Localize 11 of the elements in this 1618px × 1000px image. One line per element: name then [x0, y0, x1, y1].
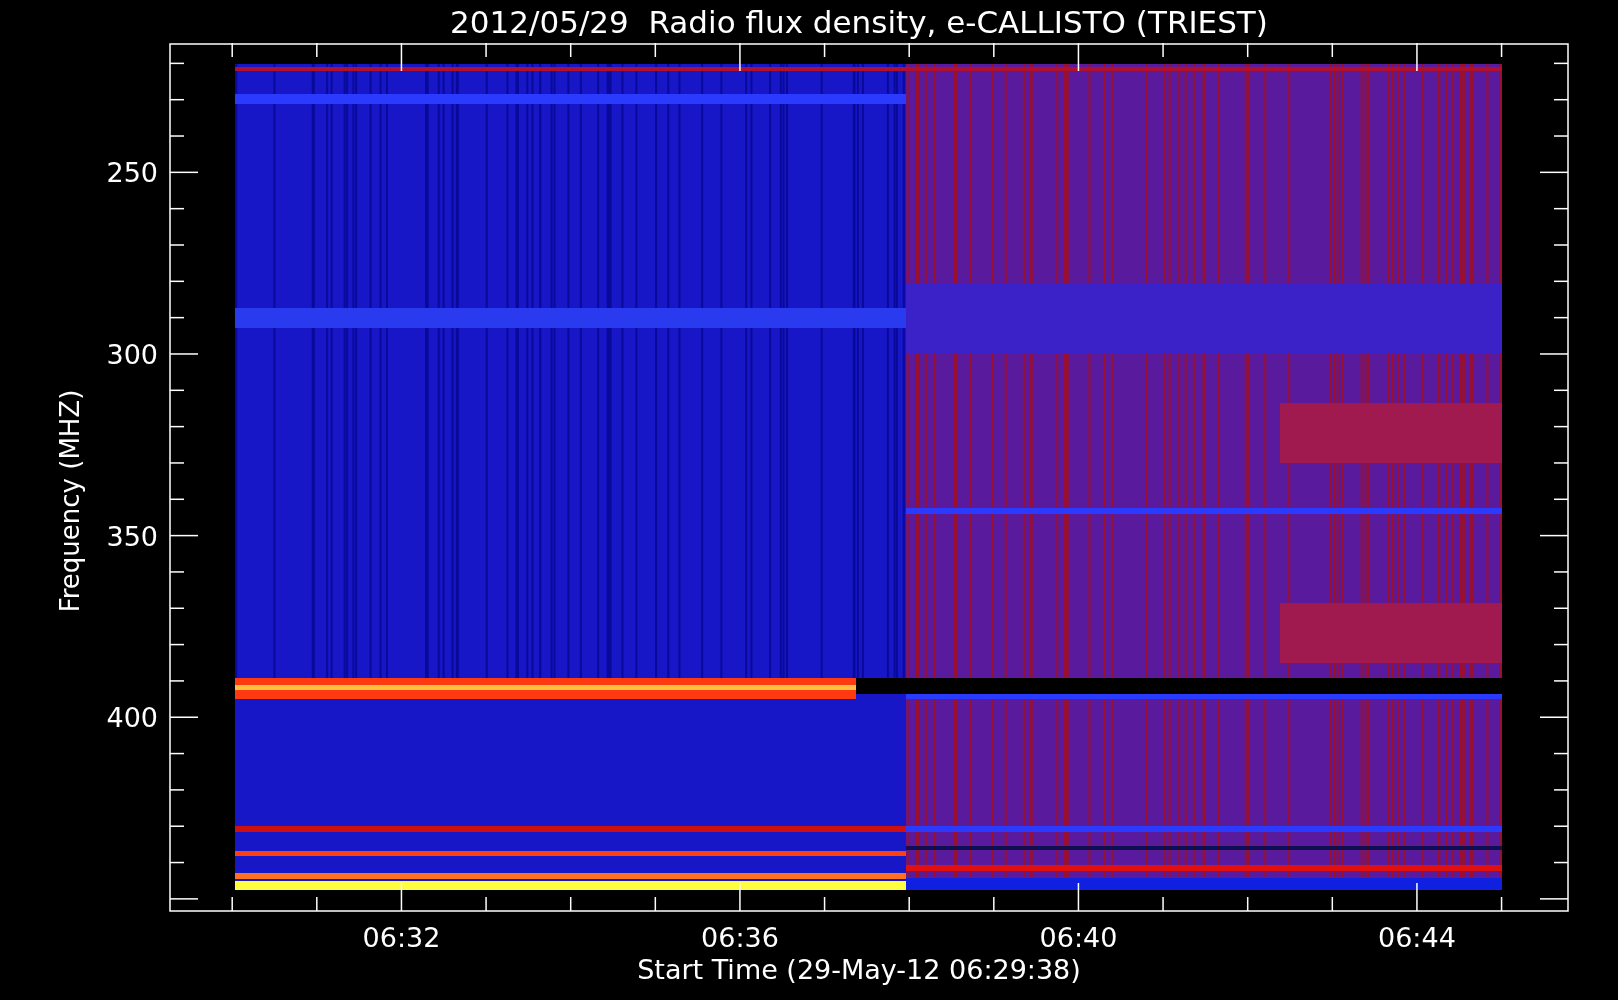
chart-title: 2012/05/29 Radio flux density, e-CALLISTO (TRIEST): [449, 2, 1269, 42]
x-tick-label: 06:40: [1039, 922, 1118, 953]
x-tick-label: 06:32: [362, 922, 441, 953]
x-axis-label: Start Time (29-May-12 06:29:38): [637, 954, 1081, 985]
x-tick-label: 06:36: [701, 922, 779, 953]
y-axis-label: Frequency (MHZ): [55, 389, 85, 612]
x-tick-label: 06:44: [1378, 922, 1456, 953]
y-tick-label: 400: [106, 702, 158, 734]
y-tick-label: 300: [106, 339, 158, 370]
y-tick-label: 350: [106, 520, 158, 552]
y-tick-label: 250: [106, 157, 158, 189]
